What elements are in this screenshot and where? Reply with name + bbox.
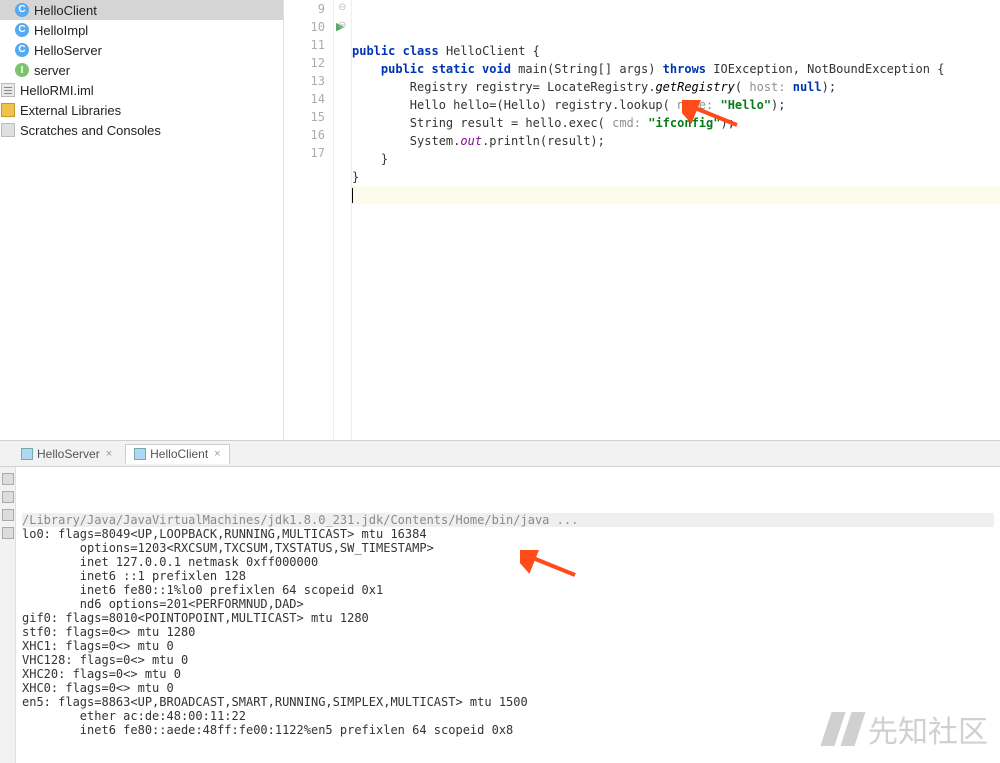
code-line[interactable]: String result = hello.exec( cmd: "ifconf… xyxy=(352,114,1000,132)
console-line: inet 127.0.0.1 netmask 0xff000000 xyxy=(22,555,994,569)
console-command: /Library/Java/JavaVirtualMachines/jdk1.8… xyxy=(22,513,994,527)
tree-item-hellormi-iml[interactable]: HelloRMI.iml xyxy=(0,80,283,100)
run-config-icon xyxy=(21,448,33,460)
rerun-icon[interactable] xyxy=(2,473,14,485)
code-line[interactable]: public static void main(String[] args) t… xyxy=(352,60,1000,78)
run-tabs[interactable]: HelloServer × HelloClient × xyxy=(0,441,1000,467)
tree-item-label: HelloImpl xyxy=(34,23,88,38)
console-line: XHC20: flags=0<> mtu 0 xyxy=(22,667,994,681)
console-line: ether ac:de:48:00:11:22 xyxy=(22,709,994,723)
class-icon: C xyxy=(14,42,30,58)
console-line: stf0: flags=0<> mtu 1280 xyxy=(22,625,994,639)
line-number: 15 xyxy=(284,108,333,126)
console-line: lo0: flags=8049<UP,LOOPBACK,RUNNING,MULT… xyxy=(22,527,994,541)
code-editor[interactable]: 91011121314151617 ⊖▶⊖ public class Hello… xyxy=(284,0,1000,440)
line-number: 9 xyxy=(284,0,333,18)
console-line: XHC0: flags=0<> mtu 0 xyxy=(22,681,994,695)
scratch-icon xyxy=(0,122,16,138)
tree-item-server[interactable]: Iserver xyxy=(0,60,283,80)
tree-item-helloserver[interactable]: C HelloServer xyxy=(0,40,283,60)
console-toolbar[interactable] xyxy=(0,467,16,763)
console-line: XHC1: flags=0<> mtu 0 xyxy=(22,639,994,653)
tree-item-helloclient[interactable]: C HelloClient xyxy=(0,0,283,20)
tree-item-label: External Libraries xyxy=(20,103,121,118)
code-line[interactable]: Registry registry= LocateRegistry.getReg… xyxy=(352,78,1000,96)
line-number: 11 xyxy=(284,36,333,54)
tree-item-label: HelloServer xyxy=(34,43,102,58)
console-line: en5: flags=8863<UP,BROADCAST,SMART,RUNNI… xyxy=(22,695,994,709)
tree-item-label: HelloRMI.iml xyxy=(20,83,94,98)
console-line: inet6 ::1 prefixlen 128 xyxy=(22,569,994,583)
console-line: options=1203<RXCSUM,TXCSUM,TXSTATUS,SW_T… xyxy=(22,541,994,555)
code-line[interactable]: Hello hello=(Hello) registry.lookup( nam… xyxy=(352,96,1000,114)
tree-item-label: HelloClient xyxy=(34,3,97,18)
class-icon: C xyxy=(14,2,30,18)
stop-icon[interactable] xyxy=(2,491,14,503)
fold-icon[interactable]: ⊖ xyxy=(338,20,346,31)
console-line: VHC128: flags=0<> mtu 0 xyxy=(22,653,994,667)
code-line[interactable]: } xyxy=(352,150,1000,168)
filter-icon[interactable] xyxy=(2,527,14,539)
xml-icon xyxy=(0,82,16,98)
run-tab-helloserver[interactable]: HelloServer × xyxy=(12,444,121,464)
run-config-icon xyxy=(134,448,146,460)
close-icon[interactable]: × xyxy=(106,448,112,460)
close-icon[interactable]: × xyxy=(214,448,220,460)
code-line[interactable] xyxy=(352,186,1000,204)
line-number: 16 xyxy=(284,126,333,144)
code-area[interactable]: public class HelloClient { public static… xyxy=(352,0,1000,440)
tree-item-label: server xyxy=(34,63,70,78)
line-number: 10 xyxy=(284,18,333,36)
run-tab-label: HelloClient xyxy=(150,447,208,461)
console-line: nd6 options=201<PERFORMNUD,DAD> xyxy=(22,597,994,611)
line-number: 14 xyxy=(284,90,333,108)
class-icon: C xyxy=(14,22,30,38)
code-line[interactable]: } xyxy=(352,168,1000,186)
code-line[interactable]: System.out.println(result); xyxy=(352,132,1000,150)
run-tool-window[interactable]: HelloServer × HelloClient × /Library/Java/J… xyxy=(0,440,1000,763)
project-tree[interactable]: C HelloClient C HelloImpl C HelloServer Iserve… xyxy=(0,0,284,440)
console-line: inet6 fe80::1%lo0 prefixlen 64 scopeid 0… xyxy=(22,583,994,597)
console-line: inet6 fe80::aede:48ff:fe00:1122%en5 pref… xyxy=(22,723,994,737)
lib-icon xyxy=(0,102,16,118)
line-number: 17 xyxy=(284,144,333,162)
fold-gutter: ⊖▶⊖ xyxy=(334,0,352,440)
tree-item-external-libraries[interactable]: External Libraries xyxy=(0,100,283,120)
code-line[interactable]: public class HelloClient { xyxy=(352,42,1000,60)
run-tab-label: HelloServer xyxy=(37,447,100,461)
tree-item-scratches-and-consoles[interactable]: Scratches and Consoles xyxy=(0,120,283,140)
console-line: gif0: flags=8010<POINTOPOINT,MULTICAST> … xyxy=(22,611,994,625)
line-number: 13 xyxy=(284,72,333,90)
interface-icon: I xyxy=(14,62,30,78)
tree-item-helloimpl[interactable]: C HelloImpl xyxy=(0,20,283,40)
text-caret xyxy=(352,188,353,203)
fold-icon[interactable]: ⊖ xyxy=(338,2,346,13)
run-tab-helloclient[interactable]: HelloClient × xyxy=(125,444,229,464)
console-output[interactable]: /Library/Java/JavaVirtualMachines/jdk1.8… xyxy=(16,467,1000,763)
layout-icon[interactable] xyxy=(2,509,14,521)
tree-item-label: Scratches and Consoles xyxy=(20,123,161,138)
editor-gutter: 91011121314151617 xyxy=(284,0,334,440)
line-number: 12 xyxy=(284,54,333,72)
